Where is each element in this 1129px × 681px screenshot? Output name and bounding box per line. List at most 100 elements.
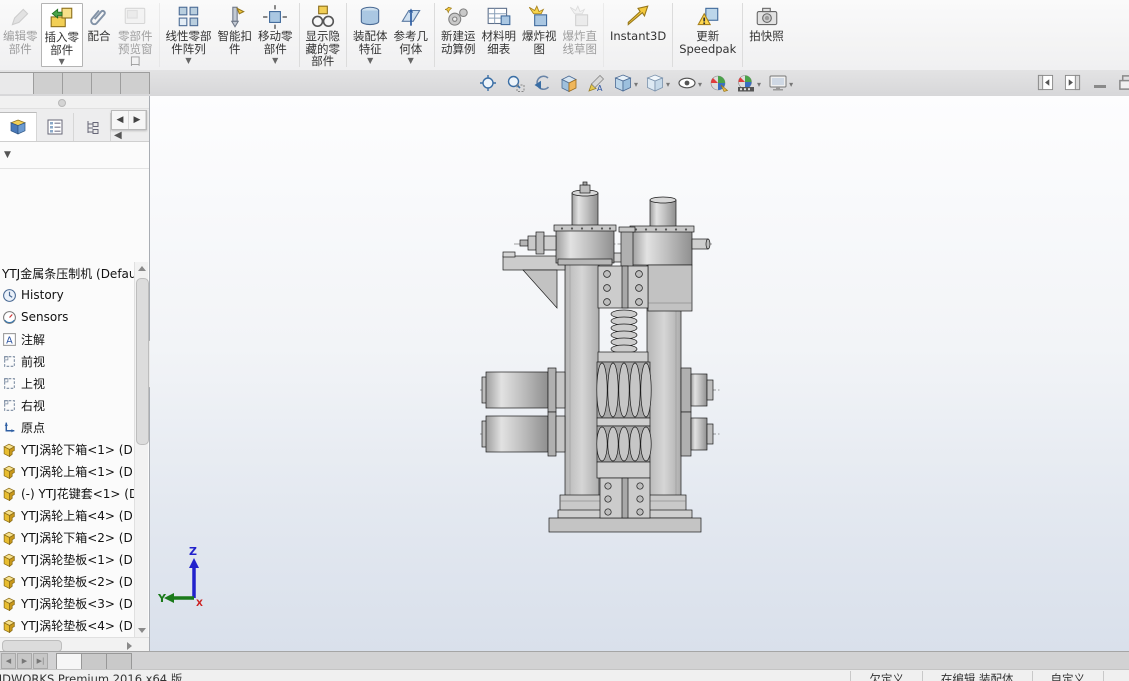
- dropdown-arrow-icon[interactable]: ▾: [757, 80, 761, 89]
- tree-item-origin[interactable]: 原点: [0, 416, 136, 438]
- view-settings-button[interactable]: ▾: [768, 73, 793, 96]
- instant3d-button[interactable]: Instant3D: [607, 3, 674, 67]
- x-axis-label: X: [196, 599, 203, 608]
- dropdown-arrow-icon[interactable]: ▾: [698, 80, 702, 89]
- restore-window-icon[interactable]: [1118, 74, 1129, 91]
- tab-scroll-last-icon[interactable]: ▶|: [33, 653, 48, 669]
- bill-of-materials-button[interactable]: 材料明 细表: [479, 3, 520, 67]
- update-speedpak-button[interactable]: 更新 Speedpak: [676, 3, 744, 67]
- flyout-arrow-left-icon[interactable]: ◀: [112, 111, 129, 129]
- tree-item-part[interactable]: (-) YTJ花键套<1> (D: [0, 482, 136, 504]
- tab-scroll-prev-icon[interactable]: ▶: [17, 653, 32, 669]
- tree-item-top-plane[interactable]: 上视: [0, 372, 136, 394]
- tree-item-part[interactable]: YTJ涡轮下箱<2> (D: [0, 526, 136, 548]
- command-ribbon: 编辑零 部件 插入零 部件 ▼ 配合 零部件 预览窗 口 线性零部 件阵列 ▼ …: [0, 0, 1129, 71]
- dropdown-arrow-icon[interactable]: ▼: [185, 57, 191, 65]
- reference-geometry-button[interactable]: 参考几 何体 ▼: [391, 3, 435, 67]
- 3d-views-tab[interactable]: [81, 653, 107, 670]
- dropdown-arrow-icon[interactable]: ▾: [634, 80, 638, 89]
- tree-filter-row: ▼: [0, 142, 149, 169]
- tree-item-part[interactable]: YTJ涡轮上箱<1> (D: [0, 460, 136, 482]
- ribbon-button-icon: [754, 4, 780, 30]
- tree-item-assembly-root[interactable]: YTJ金属条压制机 (Defau: [0, 262, 136, 284]
- dropdown-arrow-icon[interactable]: ▾: [666, 80, 670, 89]
- tree-vertical-scrollbar[interactable]: [134, 262, 149, 637]
- edit-component-button[interactable]: 编辑零 部件: [0, 3, 41, 67]
- take-snapshot-button[interactable]: 拍快照: [746, 3, 787, 67]
- tab-propertymanager[interactable]: [37, 113, 74, 141]
- tree-item-part[interactable]: YTJ涡轮垫板<3> (D: [0, 592, 136, 614]
- model-tab[interactable]: [56, 653, 82, 670]
- collapse-left-pane-icon[interactable]: [1037, 74, 1054, 91]
- tab-featuremanager-tree[interactable]: [0, 112, 37, 141]
- hud-button-icon: [645, 73, 665, 96]
- tree-item-part[interactable]: YTJ涡轮垫板<1> (D: [0, 548, 136, 570]
- graphics-area[interactable]: Z Y X: [150, 96, 1129, 652]
- dropdown-arrow-icon[interactable]: ▼: [408, 57, 414, 65]
- exploded-view-button[interactable]: 爆炸视 图: [519, 3, 560, 67]
- tree-item-sensors[interactable]: Sensors: [0, 306, 136, 328]
- minimize-icon[interactable]: [1091, 74, 1108, 91]
- tab-configurationmanager[interactable]: [74, 113, 111, 141]
- tree-item-history[interactable]: History: [0, 284, 136, 306]
- insert-component-button[interactable]: 插入零 部件 ▼: [40, 3, 83, 67]
- display-style-button[interactable]: ▾: [645, 73, 670, 96]
- ribbon-button-label: 拍快照: [749, 29, 784, 43]
- tab-assembly[interactable]: [0, 72, 34, 94]
- hide-show-items-button[interactable]: ▾: [677, 73, 702, 96]
- panel-tab-scroll-left-icon[interactable]: ◀: [111, 130, 125, 141]
- vertical-scroll-thumb[interactable]: [136, 278, 149, 445]
- view-orientation-button[interactable]: ▾: [613, 73, 638, 96]
- apply-scene-button[interactable]: ▾: [736, 73, 761, 96]
- edit-appearance-button[interactable]: [709, 73, 729, 96]
- dropdown-arrow-icon[interactable]: ▼: [59, 58, 65, 66]
- mate-button[interactable]: 配合: [83, 3, 115, 67]
- collapse-right-pane-icon[interactable]: [1064, 74, 1081, 91]
- smart-fasteners-button[interactable]: 智能扣 件: [215, 3, 256, 67]
- ribbon-button-icon: [176, 4, 202, 30]
- document-tabs: [56, 653, 132, 670]
- tree-item-annotations[interactable]: 注解: [0, 328, 136, 350]
- flyout-arrow-right-icon[interactable]: ▶: [129, 111, 146, 129]
- move-component-button[interactable]: 移动零 部件 ▼: [255, 3, 300, 67]
- tree-item-part[interactable]: YTJ涡轮垫板<2> (D: [0, 570, 136, 592]
- tree-horizontal-scrollbar[interactable]: [0, 637, 149, 652]
- model-3d-view[interactable]: [480, 181, 720, 541]
- ribbon-button-label: 配合: [87, 29, 111, 43]
- tab-evaluate[interactable]: [91, 72, 121, 94]
- previous-view-button[interactable]: [532, 73, 552, 96]
- show-hidden-components-button[interactable]: 显示隐 藏的零 部件: [303, 3, 347, 67]
- tree-item-label: YTJ涡轮下箱<2> (D: [21, 530, 133, 545]
- dynamic-annotation-views-button[interactable]: [586, 73, 606, 96]
- dropdown-arrow-icon[interactable]: ▾: [789, 80, 793, 89]
- tree-item-part[interactable]: YTJ涡轮垫板<4> (D: [0, 614, 136, 636]
- component-preview-button[interactable]: 零部件 预览窗 口: [115, 3, 160, 67]
- motion-study-tab[interactable]: [106, 653, 132, 670]
- tab-solidworks-addins[interactable]: [120, 72, 150, 94]
- custom-status-dropdown[interactable]: 自定义: [1031, 671, 1104, 681]
- tree-item-right-plane[interactable]: 右视: [0, 394, 136, 416]
- tree-item-front-plane[interactable]: 前视: [0, 350, 136, 372]
- section-view-button[interactable]: [559, 73, 579, 96]
- zoom-to-area-button[interactable]: [505, 73, 525, 96]
- tree-item-icon: [2, 552, 17, 567]
- zoom-to-fit-button[interactable]: [478, 73, 498, 96]
- scroll-down-icon[interactable]: [135, 624, 148, 637]
- tree-item-part[interactable]: YTJ涡轮上箱<4> (D: [0, 504, 136, 526]
- filter-dropdown-icon[interactable]: ▼: [4, 150, 11, 160]
- explode-line-sketch-button[interactable]: 爆炸直 线草图: [560, 3, 604, 67]
- linear-component-pattern-button[interactable]: 线性零部 件阵列 ▼: [163, 3, 215, 67]
- scroll-up-icon[interactable]: [135, 262, 148, 275]
- tab-scroll-first-icon[interactable]: ◀: [1, 653, 16, 669]
- tree-item-part[interactable]: YTJ涡轮下箱<1> (D: [0, 438, 136, 460]
- dropdown-arrow-icon[interactable]: ▼: [272, 57, 278, 65]
- hud-button-icon: [505, 73, 525, 96]
- tab-layout[interactable]: [33, 72, 63, 94]
- tab-sketch[interactable]: [62, 72, 92, 94]
- commandmanager-tabs: [0, 72, 150, 96]
- new-motion-study-button[interactable]: 新建运 动算例: [438, 3, 479, 67]
- hud-button-icon: [613, 73, 633, 96]
- dropdown-arrow-icon[interactable]: ▼: [367, 57, 373, 65]
- assembly-features-button[interactable]: 装配体 特征 ▼: [350, 3, 391, 67]
- panel-splitter-handle[interactable]: [0, 96, 149, 109]
